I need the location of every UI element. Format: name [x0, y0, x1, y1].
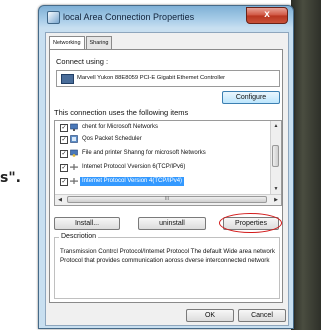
item-checkbox[interactable]: ✓: [60, 178, 68, 186]
item-label: Intemet Protocol Vversion 6(TCP/IPv6): [82, 164, 186, 170]
list-item[interactable]: ✓ Intemet Protocol Version 4(TCP/IPv4): [55, 176, 269, 187]
item-label: File and printer Shanng for microsoft Ne…: [82, 150, 206, 156]
vertical-scroll-thumb[interactable]: [272, 145, 279, 167]
list-item[interactable]: ✓ chent for Microsoft Networks: [55, 122, 269, 133]
scroll-down-icon[interactable]: ▼: [271, 184, 281, 194]
item-checkbox[interactable]: ✓: [60, 150, 68, 158]
networking-panel: Connect using : Marvell Yukon 88E8059 PC…: [49, 49, 283, 303]
list-vertical-scrollbar[interactable]: ▲ ▼: [270, 121, 281, 194]
ok-button[interactable]: OK: [186, 309, 234, 322]
tab-strip: Networking Sharing: [49, 36, 113, 50]
description-group: Descriotion Transmission Contrcl Protoco…: [54, 233, 280, 299]
tab-sharing[interactable]: Sharing: [85, 36, 113, 49]
list-horizontal-scrollbar[interactable]: ◀ III ▶: [55, 194, 281, 205]
adapter-field: Marvell Yukon 88E8059 PCI-E Gigabit Ethe…: [56, 70, 280, 87]
cancel-button[interactable]: Cancel: [238, 309, 286, 322]
list-item[interactable]: ✓ File and printer Shanng for microsoft …: [55, 148, 269, 159]
properties-highlight-ring: [219, 213, 282, 233]
description-title: Descriotion: [59, 233, 99, 240]
title-bar[interactable]: local Area Connection Properties x: [39, 6, 293, 28]
list-item[interactable]: ✓ Qos Packet Scheduler: [55, 134, 269, 145]
scroll-up-icon[interactable]: ▲: [271, 121, 281, 131]
item-label: Qos Packet Scheduler: [82, 136, 142, 142]
network-adapter-icon: [61, 74, 74, 84]
dialog-client-area: Networking Sharing Connect using : Marve…: [45, 32, 289, 326]
protocol-icon: [70, 164, 78, 170]
protocol-icon: [70, 178, 78, 184]
list-item[interactable]: ✓ Intemet Protocol Vversion 6(TCP/IPv6): [55, 162, 269, 173]
horizontal-scroll-thumb[interactable]: III: [67, 196, 267, 203]
item-checkbox[interactable]: ✓: [60, 164, 68, 172]
item-label: Intemet Protocol Version 4(TCP/IPv4): [80, 177, 185, 186]
properties-dialog: local Area Connection Properties x Netwo…: [38, 5, 294, 329]
description-text: Transmission Contrcl Protocol/Intemet Pr…: [60, 248, 275, 264]
item-checkbox[interactable]: ✓: [60, 136, 68, 144]
connect-using-label: Connect using :: [56, 57, 109, 66]
item-label: chent for Microsoft Networks: [82, 124, 159, 130]
background-photo-edge: [291, 0, 321, 330]
item-checkbox[interactable]: ✓: [60, 124, 68, 132]
configure-button[interactable]: Configure: [222, 91, 280, 104]
uninstall-button[interactable]: uninstall: [138, 217, 206, 230]
tab-networking[interactable]: Networking: [49, 36, 85, 50]
scroll-right-icon[interactable]: ▶: [271, 195, 281, 205]
items-list[interactable]: ✓ chent for Microsoft Networks ✓ Qos Pac…: [54, 120, 282, 206]
file-sharing-icon: [70, 149, 78, 157]
dialog-title: local Area Connection Properties: [63, 12, 195, 22]
scroll-left-icon[interactable]: ◀: [55, 195, 65, 205]
close-button[interactable]: x: [246, 7, 288, 24]
network-client-icon: [70, 123, 78, 131]
qos-icon: [70, 135, 78, 143]
install-button[interactable]: Install...: [54, 217, 120, 230]
network-connection-icon: [47, 11, 60, 24]
background-quote-text: s".: [0, 170, 21, 186]
items-label: This connection uses the following items: [54, 108, 189, 117]
adapter-name: Marvell Yukon 88E8059 PCI-E Gigabit Ethe…: [77, 75, 226, 81]
